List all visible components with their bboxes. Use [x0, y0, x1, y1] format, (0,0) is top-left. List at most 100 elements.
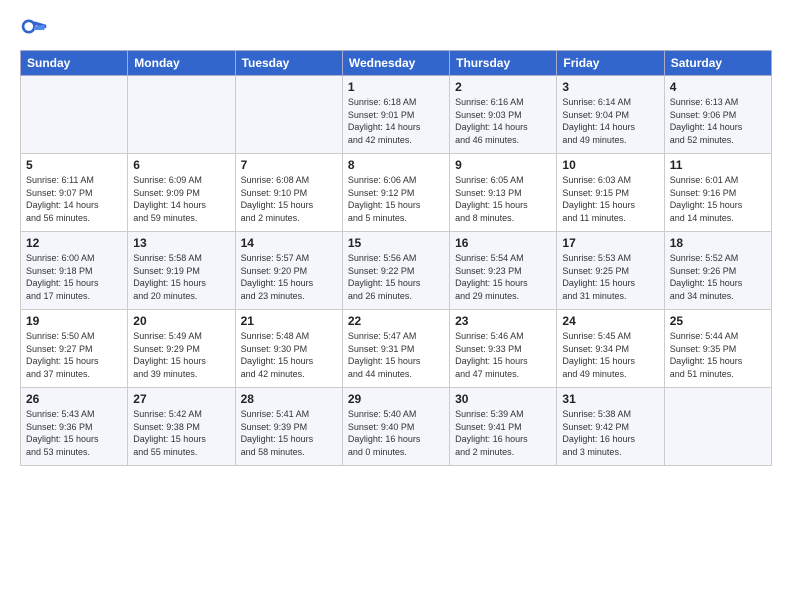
week-row-1: 1 Sunrise: 6:18 AM Sunset: 9:01 PM Daylig…	[21, 76, 772, 154]
day-info: Sunrise: 6:05 AM Sunset: 9:13 PM Dayligh…	[455, 174, 551, 224]
day-info: Sunrise: 6:13 AM Sunset: 9:06 PM Dayligh…	[670, 96, 766, 146]
day-info: Sunrise: 5:54 AM Sunset: 9:23 PM Dayligh…	[455, 252, 551, 302]
day-number: 20	[133, 314, 229, 328]
day-cell: 2Sunrise: 6:16 AM Sunset: 9:03 PM Daylig…	[450, 76, 557, 154]
day-cell: 10Sunrise: 6:03 AM Sunset: 9:15 PM Dayli…	[557, 154, 664, 232]
logo	[20, 16, 52, 44]
day-number: 19	[26, 314, 122, 328]
day-cell: 1 Sunrise: 6:18 AM Sunset: 9:01 PM Daylig…	[342, 76, 449, 154]
day-cell: 16 Sunrise: 5:54 AM Sunset: 9:23 PM Dayli…	[450, 232, 557, 310]
weekday-header-row: SundayMondayTuesdayWednesdayThursdayFrid…	[21, 51, 772, 76]
day-number: 21	[241, 314, 337, 328]
weekday-saturday: Saturday	[664, 51, 771, 76]
day-info: Sunrise: 5:44 AM Sunset: 9:35 PM Dayligh…	[670, 330, 766, 380]
day-info: Sunrise: 6:16 AM Sunset: 9:03 PM Dayligh…	[455, 96, 551, 146]
day-number: 16	[455, 236, 551, 250]
day-info: Sunrise: 6:14 AM Sunset: 9:04 PM Dayligh…	[562, 96, 658, 146]
day-number: 9	[455, 158, 551, 172]
day-cell: 5Sunrise: 6:11 AM Sunset: 9:07 PM Daylig…	[21, 154, 128, 232]
day-number: 25	[670, 314, 766, 328]
day-cell	[21, 76, 128, 154]
day-number: 23	[455, 314, 551, 328]
day-number: 1	[348, 80, 444, 94]
day-info: Sunrise: 5:46 AM Sunset: 9:33 PM Dayligh…	[455, 330, 551, 380]
day-number: 22	[348, 314, 444, 328]
day-cell: 9 Sunrise: 6:05 AM Sunset: 9:13 PM Daylig…	[450, 154, 557, 232]
day-number: 26	[26, 392, 122, 406]
day-info: Sunrise: 5:41 AM Sunset: 9:39 PM Dayligh…	[241, 408, 337, 458]
day-number: 13	[133, 236, 229, 250]
day-number: 4	[670, 80, 766, 94]
day-info: Sunrise: 5:57 AM Sunset: 9:20 PM Dayligh…	[241, 252, 337, 302]
day-cell: 13 Sunrise: 5:58 AM Sunset: 9:19 PM Dayli…	[128, 232, 235, 310]
weekday-tuesday: Tuesday	[235, 51, 342, 76]
day-number: 28	[241, 392, 337, 406]
day-cell: 21 Sunrise: 5:48 AM Sunset: 9:30 PM Dayli…	[235, 310, 342, 388]
day-cell: 19 Sunrise: 5:50 AM Sunset: 9:27 PM Dayli…	[21, 310, 128, 388]
day-cell: 6 Sunrise: 6:09 AM Sunset: 9:09 PM Daylig…	[128, 154, 235, 232]
day-number: 24	[562, 314, 658, 328]
day-cell: 27Sunrise: 5:42 AM Sunset: 9:38 PM Dayli…	[128, 388, 235, 466]
day-cell: 23 Sunrise: 5:46 AM Sunset: 9:33 PM Dayli…	[450, 310, 557, 388]
day-cell: 12 Sunrise: 6:00 AM Sunset: 9:18 PM Dayli…	[21, 232, 128, 310]
day-info: Sunrise: 6:18 AM Sunset: 9:01 PM Dayligh…	[348, 96, 444, 146]
day-cell	[128, 76, 235, 154]
day-cell: 20 Sunrise: 5:49 AM Sunset: 9:29 PM Dayli…	[128, 310, 235, 388]
day-number: 18	[670, 236, 766, 250]
day-number: 29	[348, 392, 444, 406]
day-info: Sunrise: 5:45 AM Sunset: 9:34 PM Dayligh…	[562, 330, 658, 380]
day-number: 3	[562, 80, 658, 94]
day-cell: 22Sunrise: 5:47 AM Sunset: 9:31 PM Dayli…	[342, 310, 449, 388]
day-cell: 14 Sunrise: 5:57 AM Sunset: 9:20 PM Dayli…	[235, 232, 342, 310]
calendar-table: SundayMondayTuesdayWednesdayThursdayFrid…	[20, 50, 772, 466]
day-info: Sunrise: 5:40 AM Sunset: 9:40 PM Dayligh…	[348, 408, 444, 458]
day-info: Sunrise: 5:58 AM Sunset: 9:19 PM Dayligh…	[133, 252, 229, 302]
weekday-wednesday: Wednesday	[342, 51, 449, 76]
day-cell: 11 Sunrise: 6:01 AM Sunset: 9:16 PM Dayli…	[664, 154, 771, 232]
day-number: 5	[26, 158, 122, 172]
day-number: 30	[455, 392, 551, 406]
weekday-monday: Monday	[128, 51, 235, 76]
day-number: 8	[348, 158, 444, 172]
day-number: 17	[562, 236, 658, 250]
day-cell: 31 Sunrise: 5:38 AM Sunset: 9:42 PM Dayli…	[557, 388, 664, 466]
day-cell: 7 Sunrise: 6:08 AM Sunset: 9:10 PM Daylig…	[235, 154, 342, 232]
day-cell: 3 Sunrise: 6:14 AM Sunset: 9:04 PM Daylig…	[557, 76, 664, 154]
week-row-3: 12 Sunrise: 6:00 AM Sunset: 9:18 PM Dayli…	[21, 232, 772, 310]
day-cell	[664, 388, 771, 466]
day-cell: 30 Sunrise: 5:39 AM Sunset: 9:41 PM Dayli…	[450, 388, 557, 466]
day-number: 7	[241, 158, 337, 172]
day-number: 6	[133, 158, 229, 172]
day-cell: 15Sunrise: 5:56 AM Sunset: 9:22 PM Dayli…	[342, 232, 449, 310]
weekday-thursday: Thursday	[450, 51, 557, 76]
day-number: 12	[26, 236, 122, 250]
day-cell: 26 Sunrise: 5:43 AM Sunset: 9:36 PM Dayli…	[21, 388, 128, 466]
day-info: Sunrise: 5:38 AM Sunset: 9:42 PM Dayligh…	[562, 408, 658, 458]
day-info: Sunrise: 5:43 AM Sunset: 9:36 PM Dayligh…	[26, 408, 122, 458]
day-info: Sunrise: 5:48 AM Sunset: 9:30 PM Dayligh…	[241, 330, 337, 380]
day-number: 14	[241, 236, 337, 250]
day-cell	[235, 76, 342, 154]
logo-icon	[20, 16, 48, 44]
day-info: Sunrise: 6:00 AM Sunset: 9:18 PM Dayligh…	[26, 252, 122, 302]
day-cell: 18 Sunrise: 5:52 AM Sunset: 9:26 PM Dayli…	[664, 232, 771, 310]
day-info: Sunrise: 6:08 AM Sunset: 9:10 PM Dayligh…	[241, 174, 337, 224]
week-row-5: 26 Sunrise: 5:43 AM Sunset: 9:36 PM Dayli…	[21, 388, 772, 466]
page-container: SundayMondayTuesdayWednesdayThursdayFrid…	[0, 0, 792, 476]
day-cell: 25 Sunrise: 5:44 AM Sunset: 9:35 PM Dayli…	[664, 310, 771, 388]
day-info: Sunrise: 5:39 AM Sunset: 9:41 PM Dayligh…	[455, 408, 551, 458]
week-row-2: 5Sunrise: 6:11 AM Sunset: 9:07 PM Daylig…	[21, 154, 772, 232]
day-info: Sunrise: 5:49 AM Sunset: 9:29 PM Dayligh…	[133, 330, 229, 380]
day-cell: 17Sunrise: 5:53 AM Sunset: 9:25 PM Dayli…	[557, 232, 664, 310]
header	[20, 16, 772, 44]
day-info: Sunrise: 6:09 AM Sunset: 9:09 PM Dayligh…	[133, 174, 229, 224]
day-number: 15	[348, 236, 444, 250]
day-number: 31	[562, 392, 658, 406]
week-row-4: 19 Sunrise: 5:50 AM Sunset: 9:27 PM Dayli…	[21, 310, 772, 388]
day-info: Sunrise: 6:01 AM Sunset: 9:16 PM Dayligh…	[670, 174, 766, 224]
day-info: Sunrise: 6:06 AM Sunset: 9:12 PM Dayligh…	[348, 174, 444, 224]
day-info: Sunrise: 5:52 AM Sunset: 9:26 PM Dayligh…	[670, 252, 766, 302]
day-number: 11	[670, 158, 766, 172]
day-info: Sunrise: 5:50 AM Sunset: 9:27 PM Dayligh…	[26, 330, 122, 380]
day-info: Sunrise: 5:42 AM Sunset: 9:38 PM Dayligh…	[133, 408, 229, 458]
